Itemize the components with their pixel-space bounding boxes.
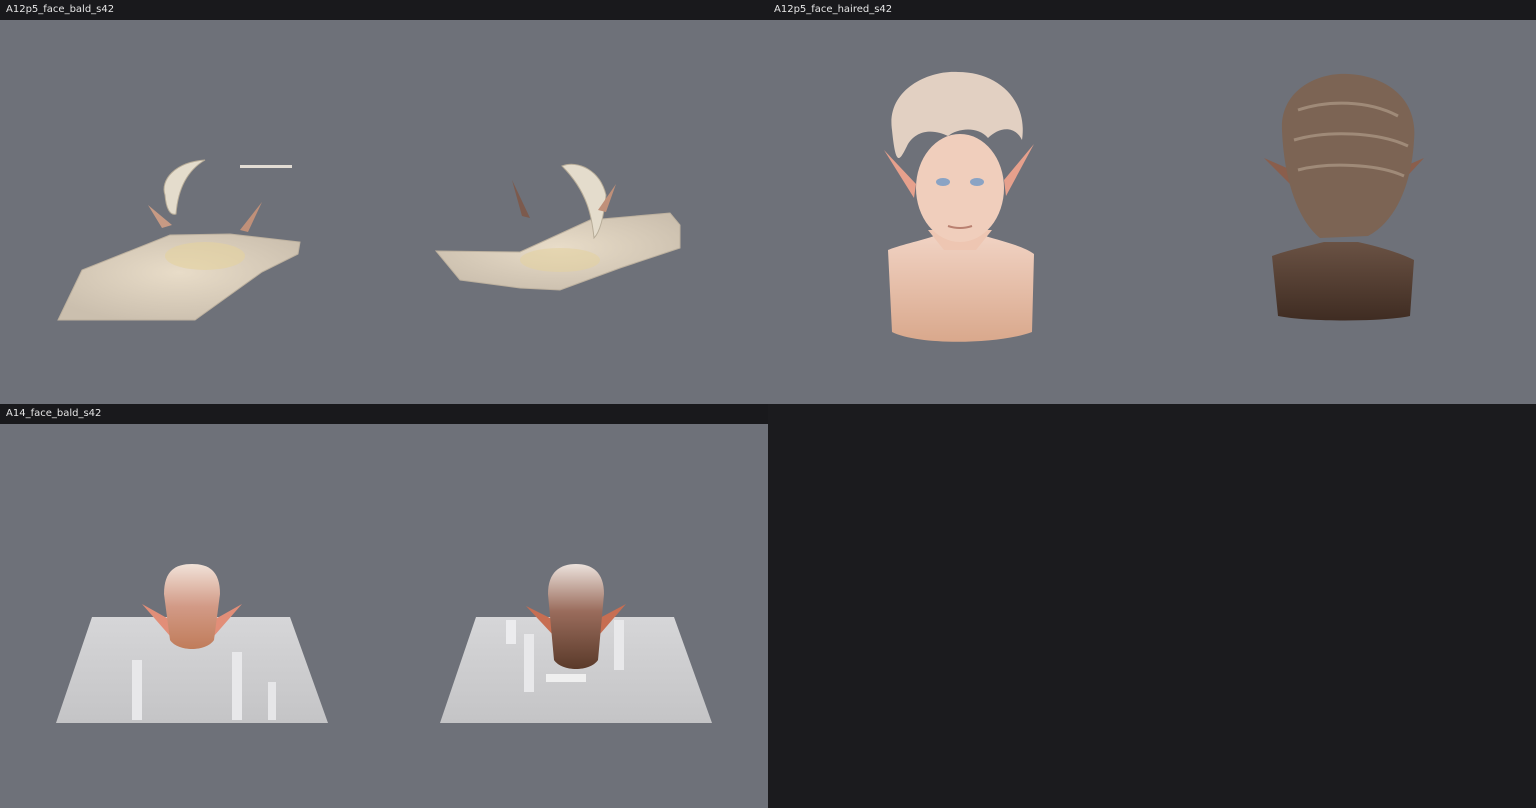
panel-title: A14_face_bald_s42 xyxy=(0,404,768,424)
panel-a12p5-face-haired: A12p5_face_haired_s42 xyxy=(768,0,1536,404)
panel-a14-face-bald: A14_face_bald_s42 xyxy=(0,404,768,808)
render-image-a14-views xyxy=(56,564,712,723)
render-viewport xyxy=(0,424,768,808)
render-viewport xyxy=(768,20,1536,404)
panel-title: A12p5_face_bald_s42 xyxy=(0,0,768,20)
render-image-bald-views xyxy=(57,159,681,321)
a14-head-front-view xyxy=(56,564,328,723)
panel-a12p5-face-bald: A12p5_face_bald_s42 xyxy=(0,0,768,404)
a14-head-side-view xyxy=(440,564,712,723)
panel-title: A12p5_face_haired_s42 xyxy=(768,0,1536,20)
bald-mesh-side-view xyxy=(434,163,681,291)
render-viewport xyxy=(0,20,768,404)
bald-mesh-front-view xyxy=(57,159,301,321)
haired-bust-front-view xyxy=(884,71,1034,342)
render-image-haired-views xyxy=(884,71,1424,342)
haired-bust-back-view xyxy=(1264,73,1424,321)
